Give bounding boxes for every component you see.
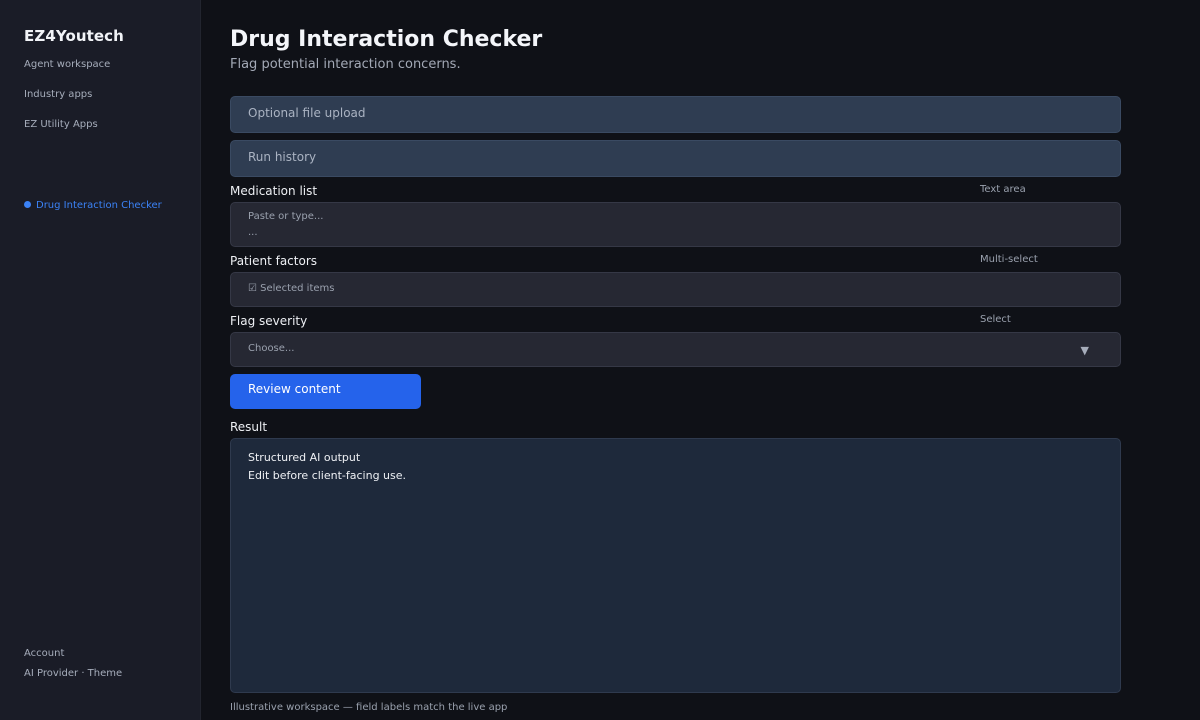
patient-factors-value: ☑ Selected items: [248, 283, 335, 294]
sidebar-item-ez-utility-apps[interactable]: EZ Utility Apps: [24, 119, 98, 130]
brand-logo-text[interactable]: EZ4Youtech: [24, 27, 124, 45]
flag-severity-type: Select: [980, 314, 1011, 325]
result-label: Result: [230, 420, 268, 434]
medication-list-type: Text area: [980, 184, 1026, 195]
file-upload-label: Optional file upload: [248, 106, 366, 120]
result-line-1: Structured AI output: [248, 451, 361, 464]
chevron-down-icon: ▼: [1080, 344, 1089, 357]
sidebar-item-agent-workspace[interactable]: Agent workspace: [24, 59, 110, 70]
sidebar-item-industry-apps[interactable]: Industry apps: [24, 89, 92, 100]
provider-theme-link[interactable]: AI Provider · Theme: [24, 668, 122, 679]
page-subtitle: Flag potential interaction concerns.: [230, 57, 461, 72]
patient-factors-multiselect[interactable]: ☑ Selected items: [230, 272, 1121, 307]
flag-severity-select[interactable]: Choose... ▼: [230, 332, 1121, 367]
patient-factors-label: Patient factors: [230, 254, 318, 268]
medication-list-placeholder: Paste or type...: [248, 211, 324, 222]
result-output[interactable]: Structured AI output Edit before client-…: [230, 438, 1121, 693]
account-link[interactable]: Account: [24, 648, 64, 659]
flag-severity-value: Choose...: [248, 343, 295, 354]
sidebar-active-label: Drug Interaction Checker: [36, 200, 162, 211]
page-title: Drug Interaction Checker: [230, 27, 543, 52]
medication-list-textarea[interactable]: Paste or type... ...: [230, 202, 1121, 247]
run-history-label: Run history: [248, 150, 317, 164]
patient-factors-type: Multi-select: [980, 254, 1038, 265]
review-content-button[interactable]: Review content: [230, 374, 421, 409]
flag-severity-label: Flag severity: [230, 314, 308, 328]
app-root: EZ4Youtech Agent workspace Industry apps…: [0, 0, 1200, 720]
review-content-label: Review content: [248, 382, 341, 396]
sidebar-item-drug-interaction-checker[interactable]: Drug Interaction Checker: [24, 200, 162, 211]
footnote: Illustrative workspace — field labels ma…: [230, 702, 508, 713]
file-upload-button[interactable]: Optional file upload: [230, 96, 1121, 133]
active-dot-icon: [24, 201, 31, 208]
sidebar: EZ4Youtech Agent workspace Industry apps…: [0, 0, 201, 720]
medication-list-label: Medication list: [230, 184, 318, 198]
result-line-2: Edit before client-facing use.: [248, 469, 407, 482]
run-history-button[interactable]: Run history: [230, 140, 1121, 177]
medication-list-placeholder-more: ...: [248, 227, 258, 238]
